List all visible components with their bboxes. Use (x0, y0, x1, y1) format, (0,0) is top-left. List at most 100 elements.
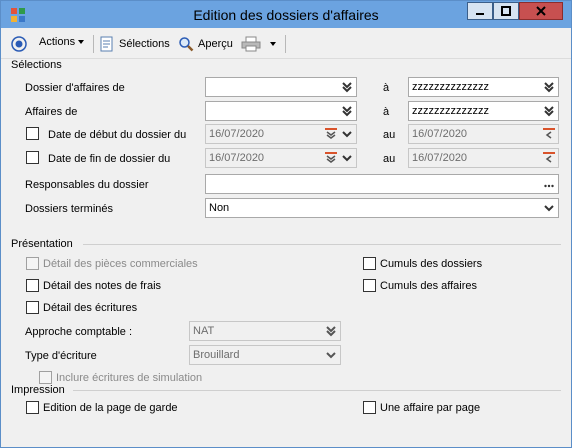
magnifier-icon (179, 37, 194, 52)
affaires-de-to-input[interactable]: zzzzzzzzzzzzzz (408, 101, 559, 121)
responsables-browse-button[interactable] (542, 177, 556, 191)
chevron-down-icon (78, 40, 85, 44)
minimize-button[interactable] (467, 2, 493, 20)
detail-notes-label: Détail des notes de frais (43, 280, 162, 292)
affaires-de-from-input[interactable] (205, 101, 357, 121)
date-debut-from-dropdown[interactable] (340, 127, 354, 141)
chevron-down-icon (342, 155, 352, 162)
chevron-down-icon (270, 42, 276, 46)
printer-icon (241, 36, 261, 52)
impression-section-title: Impression (11, 384, 65, 396)
close-icon (536, 6, 546, 16)
termines-dropdown[interactable] (542, 201, 556, 215)
detail-ecritures-checkbox[interactable] (26, 301, 39, 314)
approche-dropdown[interactable] (324, 324, 338, 338)
responsables-input[interactable] (205, 174, 559, 194)
double-chevron-down-icon (342, 82, 352, 93)
date-debut-label: Date de début du dossier du (48, 129, 187, 141)
detail-ecritures-label: Détail des écritures (43, 302, 138, 314)
minimize-icon (476, 13, 484, 15)
dossier-de-to-label: à (383, 82, 390, 94)
dossier-de-to-dropdown[interactable] (542, 80, 556, 94)
actions-menu-button[interactable]: Actions (39, 36, 85, 48)
toolbar: Actions Sélections Aperçu (1, 29, 571, 59)
date-debut-from-input[interactable]: 16/07/2020 (205, 124, 357, 144)
termines-value: Non (209, 202, 230, 214)
date-debut-to-label: au (383, 129, 396, 141)
calendar-icon (543, 152, 555, 163)
title-bar[interactable]: Edition des dossiers d'affaires (1, 1, 571, 28)
date-fin-from-calendar[interactable] (324, 151, 338, 165)
double-chevron-down-icon (326, 326, 336, 337)
document-icon (100, 36, 113, 52)
approche-label: Approche comptable : (25, 326, 133, 338)
affaires-de-label: Affaires de (25, 106, 78, 118)
ellipsis-icon (544, 184, 554, 188)
dossier-de-to-value: zzzzzzzzzzzzzz (412, 81, 489, 93)
date-debut-to-input[interactable]: 16/07/2020 (408, 124, 559, 144)
date-debut-from-value: 16/07/2020 (209, 128, 265, 140)
date-fin-to-calendar[interactable] (542, 151, 556, 165)
affaires-de-from-dropdown[interactable] (340, 104, 354, 118)
date-debut-from-calendar[interactable] (324, 127, 338, 141)
detail-notes-checkbox[interactable] (26, 279, 39, 292)
maximize-button[interactable] (493, 2, 519, 20)
selections-button[interactable]: Sélections (100, 36, 170, 52)
date-debut-checkbox[interactable] (26, 127, 39, 140)
double-chevron-down-icon (544, 106, 554, 117)
termines-select[interactable]: Non (205, 198, 559, 218)
approche-value: NAT (193, 325, 215, 337)
cumuls-affaires-label: Cumuls des affaires (380, 280, 478, 292)
print-menu-button[interactable] (241, 36, 276, 52)
detail-pieces-label: Détail des pièces commerciales (43, 258, 198, 270)
apercu-label: Aperçu (198, 38, 233, 50)
date-fin-to-value: 16/07/2020 (412, 152, 468, 164)
date-fin-checkbox[interactable] (26, 151, 39, 164)
date-fin-from-dropdown[interactable] (340, 151, 354, 165)
une-affaire-checkbox[interactable] (363, 401, 376, 414)
type-ecriture-value: Brouillard (193, 349, 240, 361)
chevron-down-icon (326, 352, 336, 359)
type-ecriture-dropdown[interactable] (324, 348, 338, 362)
presentation-divider (83, 244, 561, 245)
detail-pieces-checkbox[interactable] (26, 257, 39, 270)
une-affaire-label: Une affaire par page (380, 402, 481, 414)
run-button[interactable] (11, 36, 27, 52)
target-icon (11, 36, 27, 52)
double-chevron-down-icon (342, 106, 352, 117)
dossier-de-to-input[interactable]: zzzzzzzzzzzzzz (408, 77, 559, 97)
selections-label: Sélections (119, 38, 170, 50)
close-button[interactable] (519, 2, 563, 20)
calendar-icon (543, 128, 555, 139)
termines-label: Dossiers terminés (25, 203, 114, 215)
date-debut-to-value: 16/07/2020 (412, 128, 468, 140)
date-debut-to-calendar[interactable] (542, 127, 556, 141)
chevron-down-icon (544, 205, 554, 212)
chevron-down-icon (342, 131, 352, 138)
responsables-label: Responsables du dossier (25, 179, 149, 191)
date-fin-from-input[interactable]: 16/07/2020 (205, 148, 357, 168)
cumuls-affaires-checkbox[interactable] (363, 279, 376, 292)
inclure-simulation-checkbox[interactable] (39, 371, 52, 384)
page-garde-checkbox[interactable] (26, 401, 39, 414)
date-fin-to-input[interactable]: 16/07/2020 (408, 148, 559, 168)
affaires-de-to-dropdown[interactable] (542, 104, 556, 118)
actions-label: Actions (39, 36, 76, 48)
toolbar-separator (285, 35, 286, 53)
affaires-de-to-value: zzzzzzzzzzzzzz (412, 105, 489, 117)
approche-select[interactable]: NAT (189, 321, 341, 341)
date-fin-from-value: 16/07/2020 (209, 152, 265, 164)
affaires-de-to-label: à (383, 106, 390, 118)
calendar-icon (325, 152, 337, 163)
dossier-de-from-dropdown[interactable] (340, 80, 354, 94)
date-fin-label: Date de fin de dossier du (48, 153, 171, 165)
cumuls-dossiers-checkbox[interactable] (363, 257, 376, 270)
apercu-button[interactable]: Aperçu (178, 36, 233, 52)
selections-section-title: Sélections (11, 59, 62, 71)
maximize-icon (501, 6, 511, 16)
type-ecriture-select[interactable]: Brouillard (189, 345, 341, 365)
dossier-de-from-input[interactable] (205, 77, 357, 97)
page-garde-label: Edition de la page de garde (43, 402, 178, 414)
cumuls-dossiers-label: Cumuls des dossiers (380, 258, 483, 270)
inclure-simulation-label: Inclure écritures de simulation (56, 372, 203, 384)
